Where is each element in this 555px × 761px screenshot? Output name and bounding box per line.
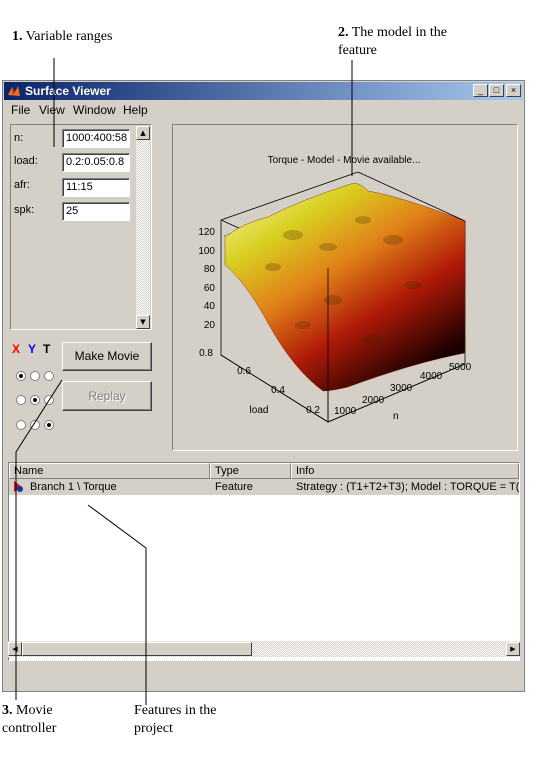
z-axis-ticks: 120 100 80 60 40 20 (198, 227, 215, 331)
callout-number: 2. (338, 25, 349, 40)
menu-help[interactable]: Help (123, 103, 148, 117)
callout-text-line2: controller (2, 721, 57, 736)
n-tick-label: 4000 (420, 371, 443, 382)
list-item[interactable]: Branch 1 \ Torque Feature Strategy : (T1… (9, 479, 519, 495)
callout-movie-controller: 3. Movie controller (2, 702, 56, 738)
var-input-spk[interactable]: 25 (62, 202, 130, 221)
scroll-right-button[interactable]: ▶ (506, 642, 520, 656)
radio-y-y[interactable] (30, 395, 40, 405)
callout-text-line2: project (134, 721, 173, 736)
y-label: Y (28, 342, 37, 356)
t-label: T (43, 342, 51, 356)
z-tick-label: 80 (204, 264, 216, 275)
load-tick-label: 0.2 (306, 405, 320, 416)
t-axis-toggle[interactable]: T (43, 342, 50, 356)
n-tick-label: 5000 (449, 362, 472, 373)
radio-t-y[interactable] (30, 420, 40, 430)
z-tick-label: 20 (204, 320, 216, 331)
radio-y-x[interactable] (16, 395, 26, 405)
z-tick-label: 60 (204, 283, 216, 294)
scroll-left-button[interactable]: ◀ (8, 642, 22, 656)
radio-t-t[interactable] (44, 420, 54, 430)
feature-node-icon (14, 481, 23, 492)
make-movie-button[interactable]: Make Movie (62, 342, 152, 371)
torque-surface (224, 183, 466, 392)
scroll-thumb[interactable] (22, 642, 252, 656)
var-label-spk: spk: (14, 204, 35, 216)
var-input-load[interactable]: 0.2:0.05:0.8 (62, 153, 130, 172)
surface-plot-panel: Torque - Model - Movie available... 120 … (172, 124, 518, 451)
callout-model: 2. The model in the feature (338, 24, 447, 60)
callout-text: Variable ranges (22, 29, 113, 44)
callout-text: Movie (12, 703, 53, 718)
maximize-button[interactable]: □ (489, 84, 504, 97)
callout-text-line2: feature (338, 43, 377, 58)
n-tick-label: 1000 (334, 406, 357, 417)
x-axis-toggle[interactable]: X (12, 342, 20, 356)
z-tick-label: 40 (204, 301, 216, 312)
matlab-icon (8, 86, 20, 96)
variables-scrollbar[interactable]: ▲ ▼ (136, 126, 150, 329)
n-axis-label: n (393, 411, 399, 422)
menu-bar: File View Window Help (4, 101, 523, 119)
close-button[interactable]: × (506, 84, 521, 97)
radio-x-y[interactable] (30, 371, 40, 381)
x-label: X (12, 342, 21, 356)
load-tick-label: 0.6 (237, 366, 251, 377)
menu-window[interactable]: Window (73, 103, 116, 117)
load-axis-label: load (250, 405, 269, 416)
column-header-type[interactable]: Type (210, 463, 291, 479)
minimize-button[interactable]: _ (473, 84, 488, 97)
var-input-afr[interactable]: 11:15 (62, 178, 130, 197)
load-tick-label: 0.8 (199, 348, 213, 359)
surface-plot[interactable]: Torque - Model - Movie available... 120 … (173, 125, 517, 450)
feature-list: Name Type Info Branch 1 \ Torque Feature… (8, 462, 520, 661)
title-bar[interactable]: Surface Viewer _ □ × (4, 82, 523, 100)
scroll-down-button[interactable]: ▼ (136, 315, 150, 329)
window-title: Surface Viewer (25, 84, 111, 98)
var-label-afr: afr: (14, 179, 30, 191)
radio-x-t[interactable] (44, 371, 54, 381)
column-header-name[interactable]: Name (9, 463, 210, 479)
radio-t-x[interactable] (16, 420, 26, 430)
var-label-load: load: (14, 155, 38, 167)
scroll-up-button[interactable]: ▲ (136, 126, 150, 140)
n-tick-label: 2000 (362, 395, 385, 406)
feature-type: Feature (215, 481, 253, 493)
z-tick-label: 120 (198, 227, 215, 238)
y-axis-toggle[interactable]: Y (28, 342, 36, 356)
surface-viewer-window: Surface Viewer _ □ × File View Window He… (2, 80, 525, 692)
feature-list-hscrollbar[interactable]: ◀ ▶ (8, 641, 520, 657)
callout-text: Features in the (134, 703, 217, 718)
callout-features: Features in the project (134, 702, 216, 738)
column-header-info[interactable]: Info (291, 463, 519, 479)
radio-x-x[interactable] (16, 371, 26, 381)
callout-variable-ranges: 1. Variable ranges (12, 28, 112, 46)
load-tick-label: 0.4 (271, 385, 285, 396)
menu-file[interactable]: File (11, 103, 30, 117)
radio-y-t[interactable] (44, 395, 54, 405)
callout-number: 3. (2, 703, 13, 718)
z-tick-label: 100 (198, 246, 215, 257)
menu-view[interactable]: View (39, 103, 65, 117)
plot-title: Torque - Model - Movie available... (268, 155, 421, 166)
feature-name: Branch 1 \ Torque (30, 481, 117, 493)
callout-number: 1. (12, 29, 23, 44)
replay-button[interactable]: Replay (62, 381, 152, 411)
feature-info: Strategy : (T1+T2+T3); Model : TORQUE = … (296, 481, 520, 493)
n-tick-label: 3000 (390, 383, 413, 394)
var-label-n: n: (14, 132, 24, 144)
callout-text: The model in the (348, 25, 447, 40)
var-input-n[interactable]: 1000:400:58 (62, 129, 130, 148)
